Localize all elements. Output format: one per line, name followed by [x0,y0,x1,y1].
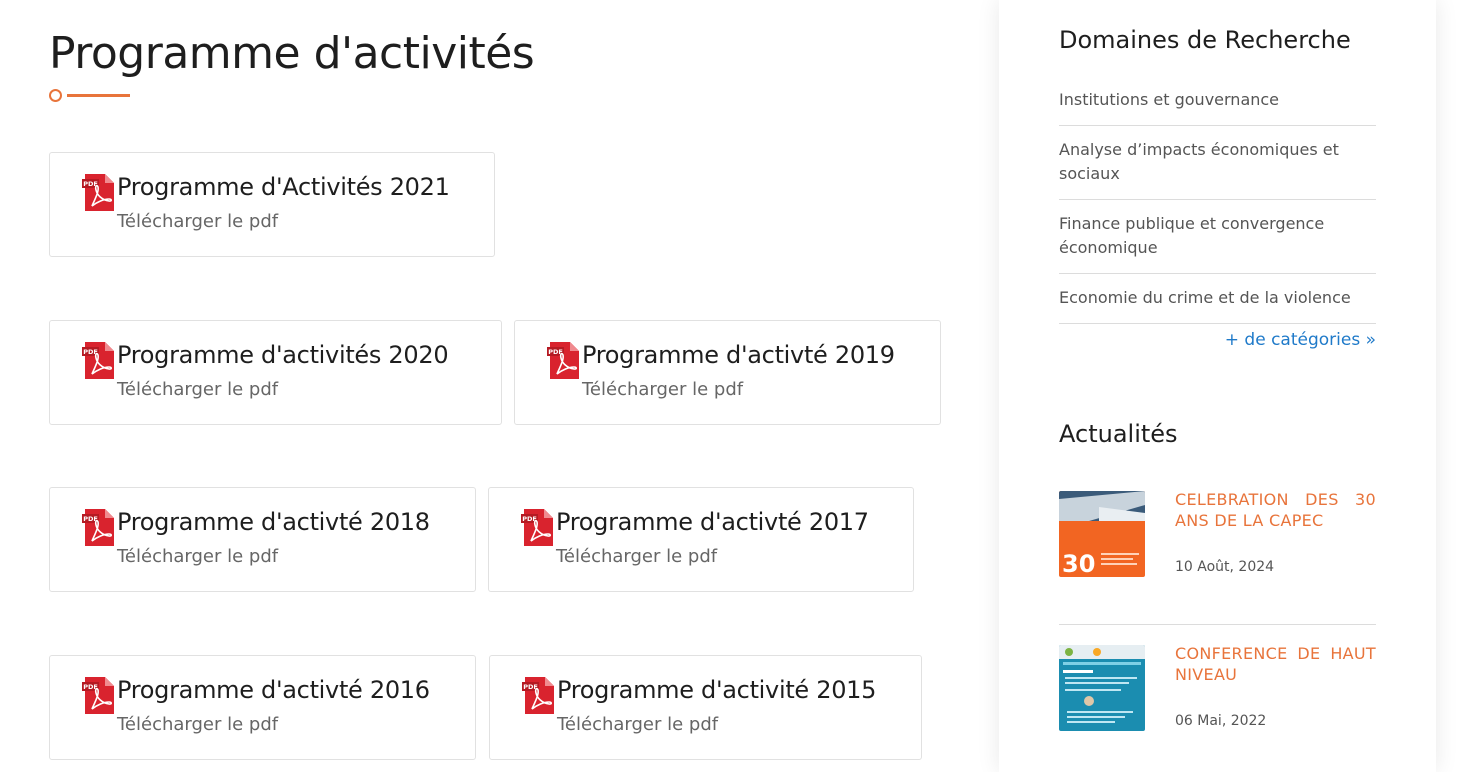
document-card-2021[interactable]: PDF Programme d'Activités 2021 Télécharg… [49,152,495,257]
document-card-2020[interactable]: PDF Programme d'activités 2020 Télécharg… [49,320,502,425]
pdf-icon: PDF [82,342,114,379]
download-pdf-link[interactable]: Télécharger le pdf [117,546,278,567]
divider [1059,624,1376,625]
pdf-icon: PDF [547,342,579,379]
more-categories-link[interactable]: + de catégories » [1225,330,1376,350]
document-title[interactable]: Programme d'activté 2019 [582,341,895,369]
category-item[interactable]: Institutions et gouvernance [1059,76,1376,126]
svg-text:30: 30 [1062,550,1095,577]
document-card-2015[interactable]: PDF Programme d'activité 2015 Télécharge… [489,655,922,760]
pdf-icon: PDF [82,677,114,714]
news-thumbnail[interactable] [1059,645,1145,731]
download-pdf-link[interactable]: Télécharger le pdf [117,714,278,735]
sidebar: Domaines de Recherche Institutions et go… [999,0,1436,772]
document-title[interactable]: Programme d'activté 2017 [556,508,869,536]
main-content: Programme d'activités PDF Programme d'Ac… [0,0,990,772]
document-title[interactable]: Programme d'Activités 2021 [117,173,450,201]
news-thumbnail[interactable]: 30 [1059,491,1145,577]
pdf-icon: PDF [82,509,114,546]
document-title[interactable]: Programme d'activté 2018 [117,508,430,536]
pdf-icon: PDF [521,509,553,546]
document-title[interactable]: Programme d'activité 2015 [557,676,876,704]
news-date: 10 Août, 2024 [1175,559,1275,575]
category-item[interactable]: Finance publique et convergence économiq… [1059,200,1376,274]
download-pdf-link[interactable]: Télécharger le pdf [582,379,743,400]
document-title[interactable]: Programme d'activté 2016 [117,676,430,704]
news-heading: Actualités [1059,420,1178,448]
news-item[interactable]: CONFERENCE DE HAUT NIVEAU 06 Mai, 2022 [1059,643,1376,735]
document-card-2019[interactable]: PDF Programme d'activté 2019 Télécharger… [514,320,941,425]
pdf-icon: PDF [522,677,554,714]
document-title[interactable]: Programme d'activités 2020 [117,341,449,369]
document-card-2018[interactable]: PDF Programme d'activté 2018 Télécharger… [49,487,476,592]
news-item[interactable]: 30 CELEBRATION DES 30 ANS DE LA CAPEC 10… [1059,489,1376,581]
news-date: 06 Mai, 2022 [1175,713,1267,729]
download-pdf-link[interactable]: Télécharger le pdf [556,546,717,567]
pdf-icon: PDF [82,174,114,211]
category-item[interactable]: Economie du crime et de la violence [1059,274,1376,324]
document-card-2017[interactable]: PDF Programme d'activté 2017 Télécharger… [488,487,914,592]
title-underline-decoration [49,88,131,102]
download-pdf-link[interactable]: Télécharger le pdf [117,379,278,400]
news-title[interactable]: CELEBRATION DES 30 ANS DE LA CAPEC [1175,489,1376,531]
document-card-2016[interactable]: PDF Programme d'activté 2016 Télécharger… [49,655,476,760]
page-title: Programme d'activités [49,28,535,79]
research-category-list: Institutions et gouvernance Analyse d’im… [1059,76,1376,324]
news-title[interactable]: CONFERENCE DE HAUT NIVEAU [1175,643,1376,685]
download-pdf-link[interactable]: Télécharger le pdf [557,714,718,735]
category-item[interactable]: Analyse d’impacts économiques et sociaux [1059,126,1376,200]
circle-icon [49,89,62,102]
download-pdf-link[interactable]: Télécharger le pdf [117,211,278,232]
research-domains-heading: Domaines de Recherche [1059,26,1351,54]
